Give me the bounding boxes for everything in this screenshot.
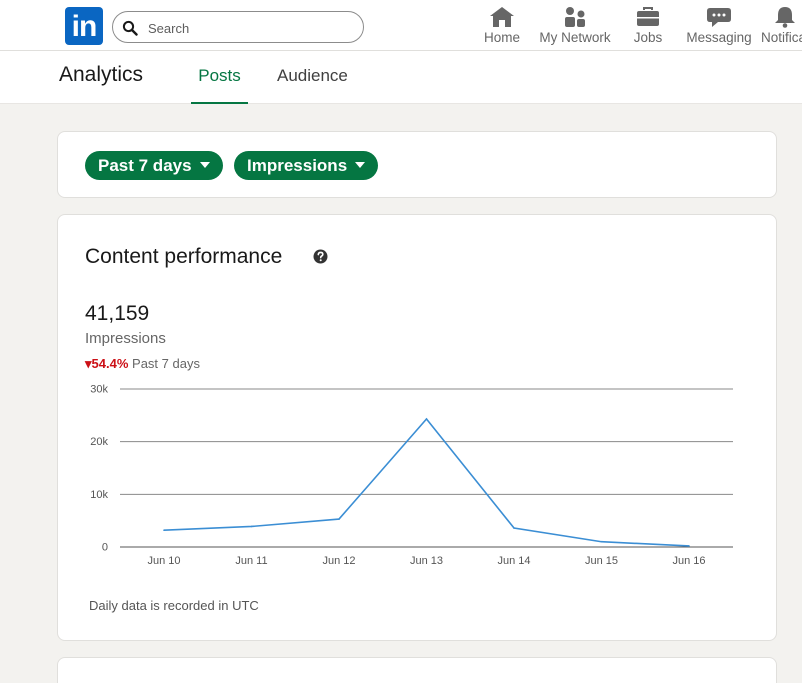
tab-audience[interactable]: Audience [277, 66, 348, 104]
filters-card: Past 7 days Impressions [57, 131, 777, 198]
nav-home[interactable]: Home [483, 4, 521, 50]
data-point [163, 529, 165, 531]
home-icon [490, 7, 514, 27]
nav-home-label: Home [483, 30, 520, 45]
x-tick-label: Jun 11 [235, 555, 267, 567]
search-box[interactable] [112, 11, 364, 43]
y-tick-label: 30k [90, 384, 108, 396]
nav-my-network-label: My Network [539, 30, 611, 45]
search-input[interactable] [148, 17, 348, 39]
x-tick-label: Jun 15 [585, 555, 618, 567]
metric-filter-button[interactable]: Impressions [234, 151, 379, 180]
caret-down-icon [199, 162, 210, 168]
caret-down-icon [355, 162, 366, 168]
analytics-header: Analytics Posts Audience [0, 51, 802, 104]
utc-footnote: Daily data is recorded in UTC [89, 598, 259, 613]
data-point [250, 525, 253, 528]
briefcase-icon [637, 7, 659, 26]
nav-messaging-label: Messaging [686, 30, 752, 45]
data-point [338, 518, 340, 520]
metric-filter-label: Impressions [247, 156, 348, 175]
nav-notifications-label: Notifica [761, 30, 802, 45]
x-tick-label: Jun 12 [322, 555, 355, 567]
messaging-icon [707, 8, 731, 27]
linkedin-logo[interactable]: in [65, 7, 103, 45]
nav-my-network[interactable]: My Network [537, 4, 613, 50]
x-tick-label: Jun 16 [672, 555, 705, 567]
content-performance-card: Content performance 41,159 Impressions ▾… [57, 214, 777, 641]
y-tick-label: 20k [90, 436, 108, 448]
x-tick-label: Jun 14 [497, 555, 530, 567]
global-nav: in Home My Network Jobs [0, 0, 802, 51]
data-point [688, 545, 690, 547]
data-point [600, 540, 603, 543]
page-title: Analytics [59, 63, 144, 86]
next-card [57, 657, 777, 683]
tab-posts[interactable]: Posts [191, 66, 248, 104]
y-tick-label: 10k [90, 489, 108, 501]
data-point [513, 527, 515, 529]
data-point [425, 418, 428, 420]
period-filter-button[interactable]: Past 7 days [85, 151, 223, 180]
nav-jobs-label: Jobs [633, 30, 663, 45]
nav-jobs[interactable]: Jobs [631, 4, 665, 50]
network-icon [565, 7, 585, 27]
x-tick-label: Jun 10 [147, 555, 180, 567]
y-tick-label: 0 [102, 542, 108, 554]
nav-notifications[interactable]: Notifica [755, 4, 802, 50]
series-line [163, 417, 690, 547]
impressions-chart: 0 10k 20k 30k Jun 10 Jun 11 Jun 12 Jun 13 Jun 14… [90, 384, 733, 567]
bell-icon [775, 7, 795, 28]
x-tick-label: Jun 13 [410, 555, 443, 567]
period-filter-label: Past 7 days [98, 156, 192, 175]
search-icon [122, 20, 138, 36]
nav-messaging[interactable]: Messaging [685, 4, 753, 50]
